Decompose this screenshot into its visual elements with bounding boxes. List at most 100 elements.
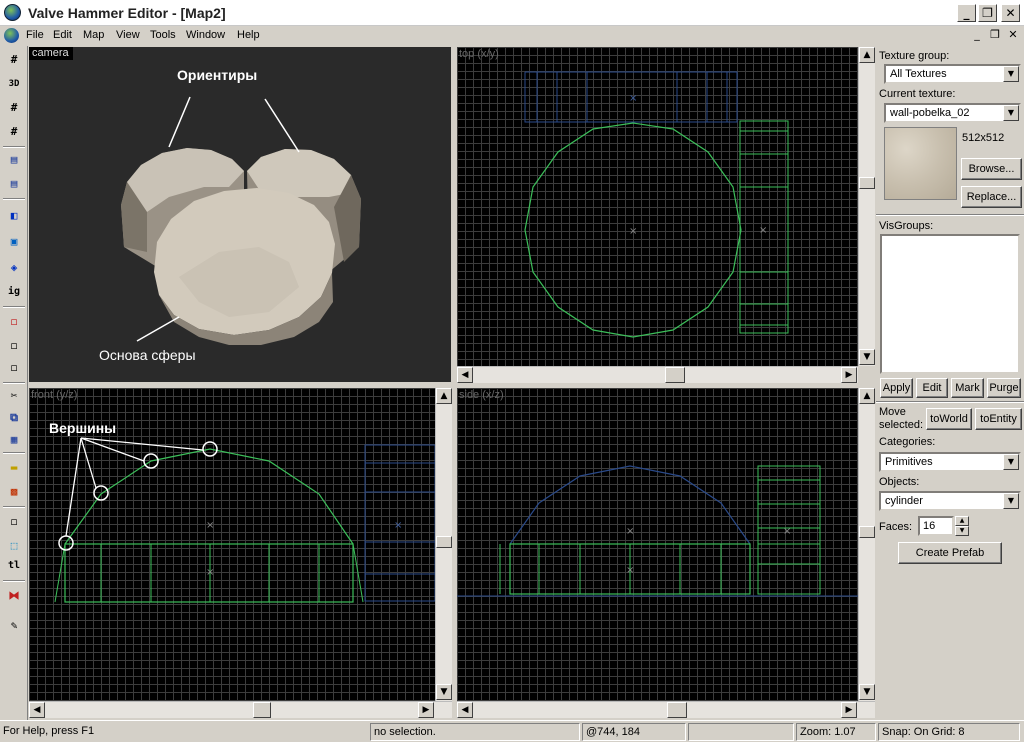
categories-label: Categories:: [879, 436, 936, 448]
title-bar: Valve Hammer Editor - [Map2] _ ❐ ✕: [0, 0, 1024, 26]
scroll-thumb[interactable]: [667, 702, 687, 718]
visgroups-mark-button[interactable]: Mark: [951, 378, 984, 398]
grid-smaller-icon[interactable]: #: [4, 98, 24, 118]
3d-grid-icon[interactable]: 3D: [4, 74, 24, 94]
carve-icon[interactable]: ◧: [4, 206, 24, 226]
objects-label: Objects:: [879, 476, 920, 488]
scroll-down-icon[interactable]: ▼: [859, 684, 875, 700]
front-viewport[interactable]: × × × front (y/z) Вершины: [29, 388, 435, 701]
browse-button[interactable]: Browse...: [961, 158, 1022, 180]
top-horizontal-scrollbar[interactable]: ◀ ▶: [457, 366, 858, 383]
texture-group-select[interactable]: All Textures ▼: [884, 64, 1021, 84]
paste-icon[interactable]: ▦: [4, 430, 24, 450]
texture-lock-icon[interactable]: ▬: [4, 458, 24, 478]
status-help: For Help, press F1: [3, 725, 95, 737]
scroll-up-icon[interactable]: ▲: [859, 388, 875, 404]
group-icon[interactable]: ▣: [4, 232, 24, 252]
svg-text:×: ×: [629, 226, 637, 237]
ungroup-icon[interactable]: ◈: [4, 258, 24, 278]
menu-file[interactable]: File: [26, 29, 44, 41]
menu-view[interactable]: View: [116, 29, 140, 41]
menu-window[interactable]: Window: [186, 29, 225, 41]
create-prefab-button[interactable]: Create Prefab: [898, 542, 1002, 564]
visgroups-apply-button[interactable]: Apply: [880, 378, 913, 398]
scroll-thumb[interactable]: [436, 536, 452, 548]
cut-icon[interactable]: ✂: [4, 386, 24, 406]
side-vertical-scrollbar[interactable]: ▲ ▼: [858, 388, 875, 701]
faces-decrement-icon[interactable]: ▼: [955, 526, 969, 536]
restore-button[interactable]: ❐: [978, 4, 997, 22]
visgroups-purge-button[interactable]: Purge: [987, 378, 1021, 398]
replace-button[interactable]: Replace...: [961, 186, 1022, 208]
scroll-thumb[interactable]: [859, 526, 875, 538]
current-texture-select[interactable]: wall-pobelka_02 ▼: [884, 103, 1021, 123]
selection-tool-icon[interactable]: ◻: [4, 512, 24, 532]
categories-select[interactable]: Primitives ▼: [879, 452, 1021, 472]
scroll-down-icon[interactable]: ▼: [436, 684, 452, 700]
vertex-tool-icon[interactable]: ✎: [4, 616, 24, 636]
objects-select[interactable]: cylinder ▼: [879, 491, 1021, 511]
mdi-close-button[interactable]: ✕: [1006, 29, 1020, 42]
scroll-left-icon[interactable]: ◀: [457, 367, 473, 383]
texture-group-label: Texture group:: [879, 50, 950, 62]
scroll-thumb[interactable]: [665, 367, 685, 383]
hammer-app-icon[interactable]: [4, 4, 21, 21]
visgroups-list[interactable]: [880, 234, 1020, 374]
copy-icon[interactable]: ⧉: [4, 408, 24, 428]
scroll-up-icon[interactable]: ▲: [436, 388, 452, 404]
status-snap: Snap: On Grid: 8: [878, 723, 1020, 741]
menu-map[interactable]: Map: [83, 29, 104, 41]
faces-increment-icon[interactable]: ▲: [955, 516, 969, 526]
scroll-up-icon[interactable]: ▲: [859, 47, 875, 63]
top-vertical-scrollbar[interactable]: ▲ ▼: [858, 47, 875, 366]
toggle-texlock-icon[interactable]: tl: [4, 556, 24, 576]
chevron-down-icon[interactable]: ▼: [1003, 66, 1019, 82]
show-hidden-icon[interactable]: ◻: [4, 336, 24, 356]
scroll-right-icon[interactable]: ▶: [841, 702, 857, 718]
menu-tools[interactable]: Tools: [150, 29, 176, 41]
load-window-state-icon[interactable]: ▤: [4, 150, 24, 170]
grid-larger-icon[interactable]: #: [4, 122, 24, 142]
grid-toggle-icon[interactable]: #: [4, 50, 24, 70]
to-entity-button[interactable]: toEntity: [975, 408, 1022, 430]
menu-help[interactable]: Help: [237, 29, 260, 41]
side-viewport[interactable]: × × × side (x/z): [457, 388, 858, 701]
object-properties-panel: Texture group: All Textures ▼ Current te…: [876, 46, 1024, 720]
menu-edit[interactable]: Edit: [53, 29, 72, 41]
select-by-handles-icon[interactable]: ⬚: [4, 536, 24, 556]
scroll-thumb[interactable]: [253, 702, 271, 718]
texture-scaling-lock-icon[interactable]: ▩: [4, 482, 24, 502]
texture-size: 512x512: [962, 132, 1005, 144]
scroll-left-icon[interactable]: ◀: [29, 702, 45, 718]
scroll-right-icon[interactable]: ▶: [841, 367, 857, 383]
save-window-state-icon[interactable]: ▤: [4, 174, 24, 194]
mdi-restore-button[interactable]: ❐: [988, 29, 1002, 42]
scroll-down-icon[interactable]: ▼: [859, 349, 875, 365]
scroll-left-icon[interactable]: ◀: [457, 702, 473, 718]
minimize-button[interactable]: _: [957, 4, 976, 22]
scroll-thumb[interactable]: [859, 177, 875, 189]
to-world-button[interactable]: toWorld: [926, 408, 972, 430]
top-viewport[interactable]: × × × top (x/y): [457, 47, 858, 366]
current-texture-value: wall-pobelka_02: [890, 107, 970, 119]
texture-preview-image: [884, 127, 957, 200]
chevron-down-icon[interactable]: ▼: [1003, 105, 1019, 121]
side-horizontal-scrollbar[interactable]: ◀ ▶: [457, 701, 875, 718]
hide-items-icon[interactable]: ◻: [4, 312, 24, 332]
chevron-down-icon[interactable]: ▼: [1003, 454, 1019, 470]
camera-viewport[interactable]: camera Ориентиры Основа сферы: [29, 47, 451, 382]
document-icon[interactable]: [4, 28, 19, 43]
ignore-groups-icon[interactable]: ig: [4, 282, 24, 302]
scroll-right-icon[interactable]: ▶: [418, 702, 434, 718]
svg-text:×: ×: [206, 567, 214, 578]
close-button[interactable]: ✕: [1001, 4, 1020, 22]
create-visgroup-icon[interactable]: ◻: [4, 358, 24, 378]
svg-text:×: ×: [783, 526, 791, 537]
visgroups-edit-button[interactable]: Edit: [916, 378, 948, 398]
mdi-minimize-button[interactable]: _: [970, 29, 984, 42]
front-horizontal-scrollbar[interactable]: ◀ ▶: [29, 701, 452, 718]
front-vertical-scrollbar[interactable]: ▲ ▼: [435, 388, 452, 701]
faces-input[interactable]: 16: [918, 516, 954, 536]
chevron-down-icon[interactable]: ▼: [1003, 493, 1019, 509]
clip-tool-icon[interactable]: ⧓: [4, 586, 24, 606]
